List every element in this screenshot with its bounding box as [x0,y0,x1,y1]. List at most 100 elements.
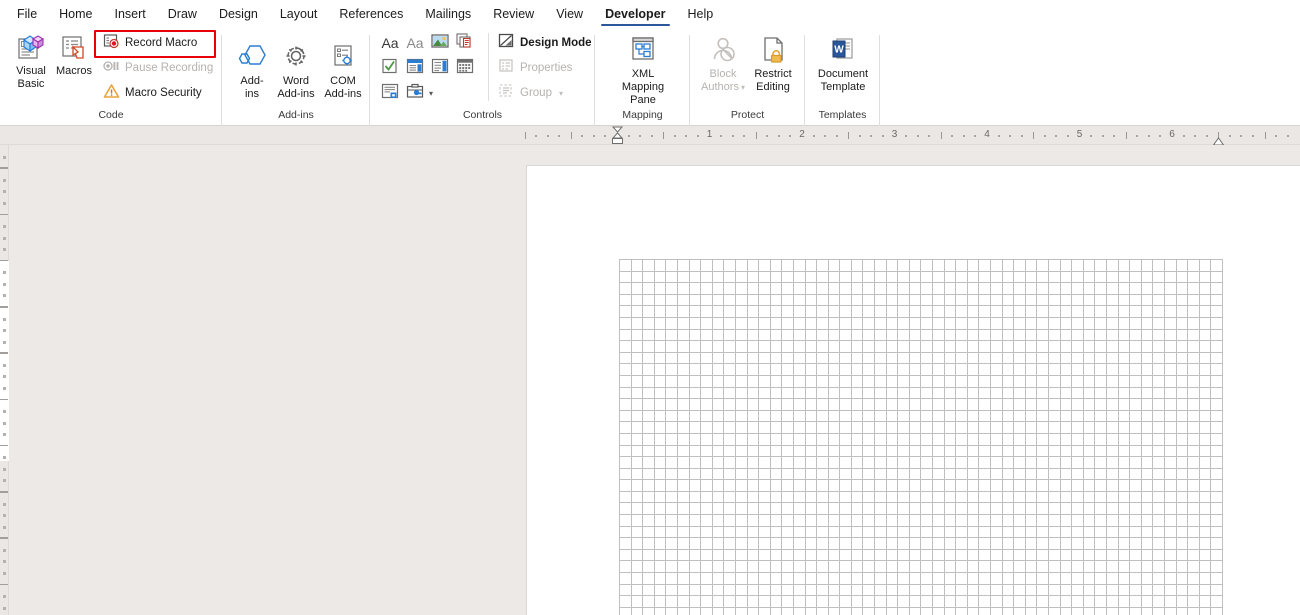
table-cell[interactable] [943,386,957,400]
table-cell[interactable] [1071,456,1084,469]
table-cell[interactable] [1001,537,1015,550]
table-cell[interactable] [920,467,934,481]
table-cell[interactable] [1059,374,1073,388]
table-cell[interactable] [1140,293,1154,307]
table-cell[interactable] [1198,456,1212,469]
table-cell[interactable] [1071,514,1084,527]
table-cell[interactable] [1105,444,1119,458]
table-cell[interactable] [1129,595,1142,608]
table-cell[interactable] [1071,490,1084,504]
table-cell[interactable] [781,340,794,353]
table-cell[interactable] [1036,374,1049,388]
table-cell[interactable] [653,456,667,469]
table-cell[interactable] [1024,467,1038,481]
table-cell[interactable] [1047,548,1061,562]
table-cell[interactable] [1094,386,1107,400]
table-cell[interactable] [1140,340,1154,353]
table-row[interactable] [619,467,1223,481]
table-cell[interactable] [1187,548,1200,562]
table-cell[interactable] [920,432,934,446]
table-cell[interactable] [978,572,991,585]
table-cell[interactable] [642,432,655,446]
table-cell[interactable] [816,328,829,342]
table-cell[interactable] [827,572,841,585]
table-cell[interactable] [978,456,991,469]
table-cell[interactable] [700,316,713,330]
table-cell[interactable] [1117,572,1131,585]
table-cell[interactable] [1105,328,1119,342]
table-cell[interactable] [688,490,702,504]
table-cell[interactable] [908,270,922,284]
table-cell[interactable] [781,595,794,608]
table-cell[interactable] [1013,259,1026,272]
table-cell[interactable] [688,316,702,330]
horizontal-ruler[interactable]: 123456 [0,126,1300,146]
table-cell[interactable] [711,490,725,504]
table-cell[interactable] [955,398,968,411]
table-cell[interactable] [676,548,690,562]
table-cell[interactable] [897,514,910,527]
table-cell[interactable] [1094,409,1107,423]
table-cell[interactable] [711,467,725,481]
table-cell[interactable] [1210,340,1223,353]
table-cell[interactable] [1036,270,1049,284]
table-cell[interactable] [1187,456,1200,469]
table-cell[interactable] [816,259,829,272]
table-cell[interactable] [804,583,818,597]
table-cell[interactable] [932,316,945,330]
table-cell[interactable] [676,606,690,615]
table-cell[interactable] [1036,432,1049,446]
table-cell[interactable] [966,432,980,446]
table-cell[interactable] [1117,351,1131,365]
table-cell[interactable] [653,537,667,550]
table-cell[interactable] [700,583,713,597]
table-cell[interactable] [990,259,1003,272]
table-cell[interactable] [862,560,876,574]
table-cell[interactable] [630,398,644,411]
table-cell[interactable] [1059,305,1073,318]
table-cell[interactable] [932,490,945,504]
table-cell[interactable] [920,595,934,608]
table-cell[interactable] [1094,444,1107,458]
table-cell[interactable] [1001,351,1015,365]
table-cell[interactable] [781,432,794,446]
table-cell[interactable] [816,467,829,481]
table-cell[interactable] [1140,548,1154,562]
table-cell[interactable] [990,328,1003,342]
table-cell[interactable] [1071,305,1084,318]
table-cell[interactable] [978,583,991,597]
table-cell[interactable] [990,479,1003,492]
table-cell[interactable] [711,421,725,434]
table-row[interactable] [619,282,1223,295]
table-cell[interactable] [1024,502,1038,516]
table-cell[interactable] [1140,583,1154,597]
table-cell[interactable] [653,514,667,527]
table-cell[interactable] [642,386,655,400]
table-cell[interactable] [990,606,1003,615]
table-cell[interactable] [1129,537,1142,550]
table-cell[interactable] [758,479,771,492]
table-cell[interactable] [1140,502,1154,516]
table-cell[interactable] [1071,409,1084,423]
table-cell[interactable] [676,444,690,458]
table-cell[interactable] [665,525,678,539]
table-cell[interactable] [1047,479,1061,492]
table-cell[interactable] [943,374,957,388]
table-cell[interactable] [804,305,818,318]
table-cell[interactable] [978,398,991,411]
xml-mapping-pane-button[interactable]: XML Mapping Pane [615,34,671,107]
table-cell[interactable] [758,316,771,330]
table-cell[interactable] [1198,293,1212,307]
table-cell[interactable] [920,583,934,597]
table-cell[interactable] [978,421,991,434]
table-cell[interactable] [885,328,899,342]
table-cell[interactable] [1047,351,1061,365]
table-cell[interactable] [1117,282,1131,295]
table-cell[interactable] [885,583,899,597]
table-cell[interactable] [1105,282,1119,295]
table-cell[interactable] [966,525,980,539]
table-cell[interactable] [920,282,934,295]
table-cell[interactable] [827,514,841,527]
table-cell[interactable] [1198,386,1212,400]
table-cell[interactable] [885,572,899,585]
